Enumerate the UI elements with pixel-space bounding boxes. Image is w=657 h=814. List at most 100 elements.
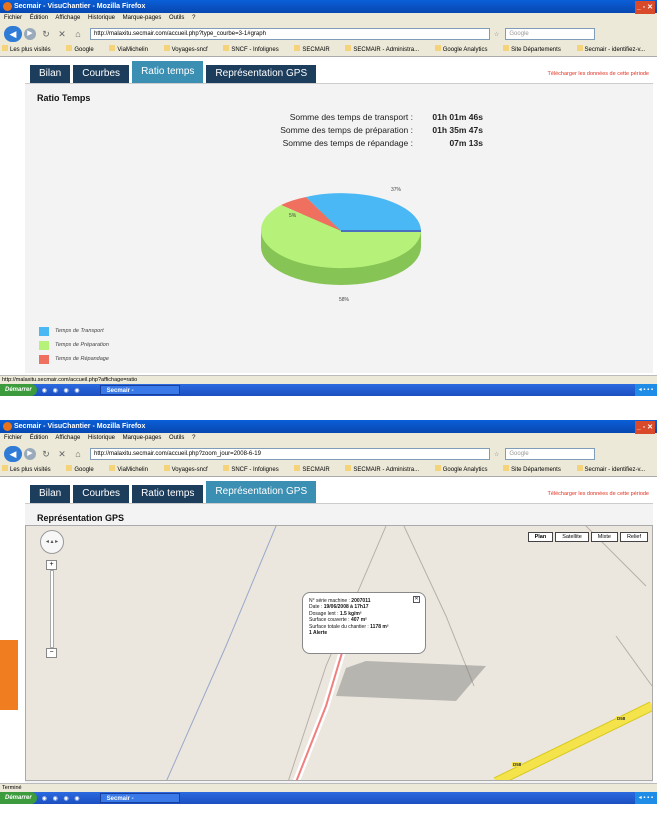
menu-fichier[interactable]: Fichier: [4, 435, 22, 441]
menu-historique[interactable]: Historique: [88, 15, 115, 21]
zoom-out-button[interactable]: −: [46, 648, 57, 658]
map-type-satellite[interactable]: Satellite: [555, 532, 589, 542]
map-road: [166, 526, 277, 780]
back-button[interactable]: ◀: [4, 26, 22, 42]
menu-affichage[interactable]: Affichage: [55, 435, 80, 441]
map-type-relief[interactable]: Relief: [619, 532, 648, 542]
quick-launch-icons[interactable]: ◉ ◉ ◉ ◉: [42, 387, 82, 394]
sums-table: Somme des temps de transport : 01h 01m 4…: [225, 112, 483, 151]
tab-ratio-temps[interactable]: Ratio temps: [132, 61, 204, 83]
gps-map[interactable]: D58 D58 Plan Satellite Mixte Relief ◂ ▴ …: [25, 525, 653, 781]
bookmark-item[interactable]: Secmair - identifiez-v...: [576, 45, 653, 53]
forward-button[interactable]: ▶: [24, 448, 36, 460]
bookmark-item[interactable]: SNCF - Infolignes: [223, 465, 285, 473]
download-link[interactable]: Télécharger les données de cette période: [547, 491, 649, 497]
sum-value: 01h 01m 46s: [432, 112, 483, 122]
tab-ratio-temps[interactable]: Ratio temps: [132, 485, 204, 503]
url-bar[interactable]: http://malaxitu.secmair.com/accueil.php?…: [90, 448, 490, 460]
search-input[interactable]: Google: [505, 448, 596, 460]
status-bar: http://malaxitu.secmair.com/accueil.php?…: [0, 375, 657, 384]
window-close-button[interactable]: _ ▫ ✕: [634, 1, 655, 14]
page-content: Bilan Courbes Ratio temps Représentation…: [0, 477, 657, 783]
stop-icon[interactable]: ✕: [56, 29, 68, 40]
tab-representation-gps[interactable]: Représentation GPS: [206, 65, 317, 83]
start-button[interactable]: Démarrer: [0, 384, 37, 396]
bookmark-item[interactable]: Les plus visités: [2, 465, 58, 473]
home-icon[interactable]: ⌂: [72, 29, 84, 39]
star-icon[interactable]: ☆: [494, 451, 499, 458]
menu-outils[interactable]: Outils: [169, 15, 184, 21]
tab-bar: Bilan Courbes Ratio temps Représentation…: [0, 57, 657, 83]
reload-icon[interactable]: ↻: [40, 29, 52, 40]
menu-help[interactable]: ?: [192, 435, 195, 441]
menu-edition[interactable]: Édition: [30, 15, 48, 21]
bookmark-item[interactable]: SECMAIR: [294, 465, 336, 473]
menu-marque-pages[interactable]: Marque-pages: [123, 435, 162, 441]
menu-help[interactable]: ?: [192, 15, 195, 21]
stop-icon[interactable]: ✕: [56, 449, 68, 460]
zoom-in-button[interactable]: +: [46, 560, 57, 570]
gps-panel: Représentation GPS D58 D58 Plan Satellit…: [25, 503, 653, 783]
tab-bilan[interactable]: Bilan: [30, 65, 71, 83]
sum-row-preparation: Somme des temps de préparation : 01h 35m…: [225, 125, 483, 138]
menu-outils[interactable]: Outils: [169, 435, 184, 441]
start-button[interactable]: Démarrer: [0, 792, 37, 804]
bookmark-item[interactable]: Site Départements: [503, 465, 568, 473]
bookmark-item[interactable]: Google: [66, 45, 100, 53]
bookmark-item[interactable]: SECMAIR: [294, 45, 336, 53]
tab-courbes[interactable]: Courbes: [73, 485, 130, 503]
info-alert: 1 Alerte: [309, 630, 328, 637]
download-link[interactable]: Télécharger les données de cette période: [547, 71, 649, 77]
sum-value: 01h 35m 47s: [432, 125, 483, 135]
window-titlebar: Secmair - VisuChantier - Mozilla Firefox…: [0, 0, 657, 14]
search-input[interactable]: Google: [505, 28, 596, 40]
bookmark-item[interactable]: ViaMichelin: [109, 465, 155, 473]
bookmark-item[interactable]: Google Analytics: [434, 465, 495, 473]
bookmark-item[interactable]: SECMAIR - Administra...: [345, 465, 426, 473]
back-button[interactable]: ◀: [4, 446, 22, 462]
menu-edition[interactable]: Édition: [30, 435, 48, 441]
bookmark-item[interactable]: Secmair - identifiez-v...: [576, 465, 653, 473]
menu-affichage[interactable]: Affichage: [55, 15, 80, 21]
taskbar-item-firefox[interactable]: Secmair - VisuChantie...: [99, 793, 180, 812]
zoom-slider[interactable]: [50, 570, 54, 648]
window-close-button[interactable]: _ ▫ ✕: [634, 421, 655, 434]
tab-representation-gps[interactable]: Représentation GPS: [206, 481, 317, 503]
bookmark-item[interactable]: Voyages-sncf: [163, 465, 215, 473]
menu-fichier[interactable]: Fichier: [4, 15, 22, 21]
bookmark-item[interactable]: Les plus visités: [2, 45, 58, 53]
url-bar[interactable]: http://malaxitu.secmair.com/accueil.php?…: [90, 28, 490, 40]
close-icon[interactable]: ✕: [413, 596, 420, 603]
bookmark-item[interactable]: Site Départements: [503, 45, 568, 53]
window-titlebar: Secmair - VisuChantier - Mozilla Firefox…: [0, 420, 657, 434]
bookmark-item[interactable]: ViaMichelin: [109, 45, 155, 53]
gps-info-window: ✕ N° série machine : 2007011 Date : 19/0…: [302, 592, 426, 654]
reload-icon[interactable]: ↻: [40, 449, 52, 460]
sum-row-repandage: Somme des temps de répandage : 07m 13s: [225, 138, 483, 151]
map-type-plan[interactable]: Plan: [527, 532, 554, 542]
tab-bilan[interactable]: Bilan: [30, 485, 71, 503]
legend-item: Temps de Transport: [39, 324, 109, 338]
pan-control-icon[interactable]: ◂ ▴ ▸: [40, 530, 64, 554]
star-icon[interactable]: ☆: [494, 31, 499, 38]
sum-row-transport: Somme des temps de transport : 01h 01m 4…: [225, 112, 483, 125]
menu-historique[interactable]: Historique: [88, 435, 115, 441]
screenshot-representation-gps: Secmair - VisuChantier - Mozilla Firefox…: [0, 420, 657, 812]
bookmark-item[interactable]: SNCF - Infolignes: [223, 45, 285, 53]
bookmark-item[interactable]: Google Analytics: [434, 45, 495, 53]
bookmark-item[interactable]: Google: [66, 465, 100, 473]
legend-label: Temps de Répandage: [55, 356, 109, 362]
page-title: Représentation GPS: [37, 513, 125, 523]
road-label: D58: [512, 762, 523, 767]
menu-marque-pages[interactable]: Marque-pages: [123, 15, 162, 21]
pie-label-preparation: 58%: [339, 297, 350, 303]
ratio-panel: Ratio Temps Somme des temps de transport…: [25, 83, 653, 373]
home-icon[interactable]: ⌂: [72, 449, 84, 459]
bookmark-item[interactable]: Voyages-sncf: [163, 45, 215, 53]
forward-button[interactable]: ▶: [24, 28, 36, 40]
quick-launch-icons[interactable]: ◉ ◉ ◉ ◉: [42, 795, 82, 802]
tab-courbes[interactable]: Courbes: [73, 65, 130, 83]
bookmark-item[interactable]: SECMAIR - Administra...: [345, 45, 426, 53]
map-type-mixte[interactable]: Mixte: [590, 532, 618, 542]
taskbar-item-firefox[interactable]: Secmair - VisuChantie...: [99, 385, 180, 404]
